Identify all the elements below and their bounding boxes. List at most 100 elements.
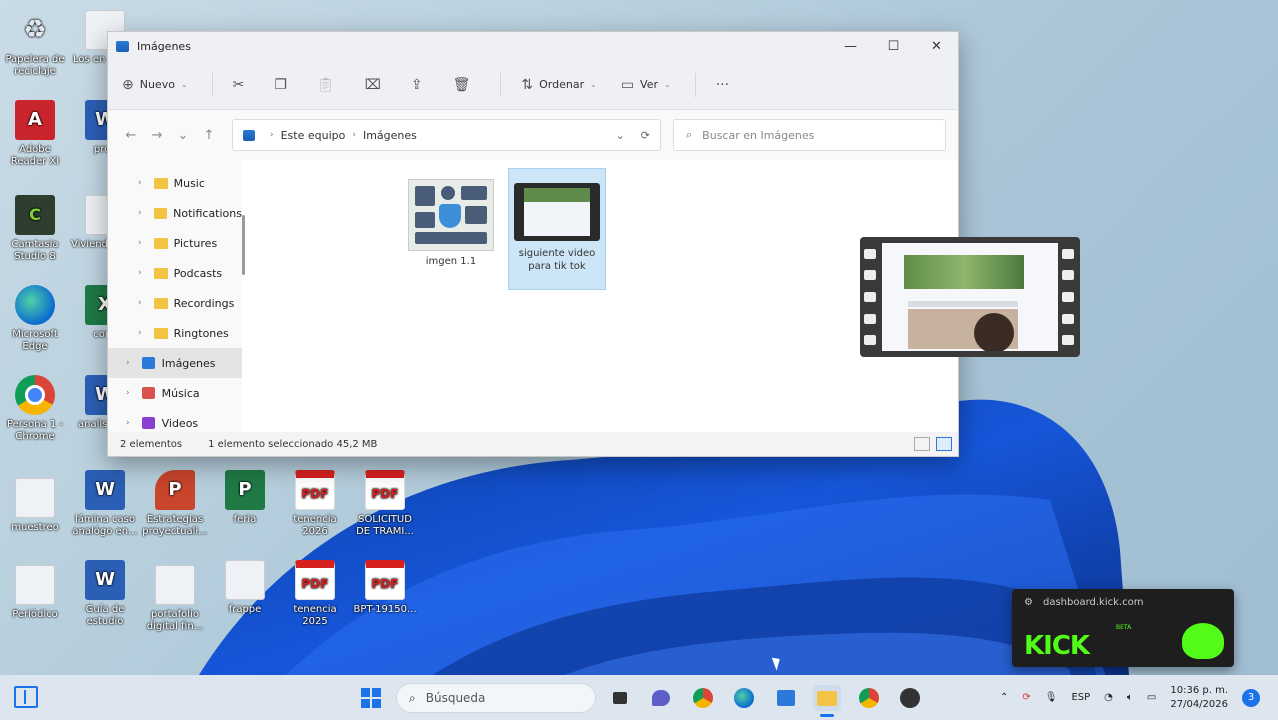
desktop-icon[interactable]: PDF tenencia 2025 <box>280 560 350 628</box>
desktop-icon[interactable]: muestreo <box>0 478 70 534</box>
desktop-icon[interactable]: Periódico <box>0 565 70 621</box>
file-item-image[interactable]: imgen 1.1 <box>402 168 500 269</box>
desktop-icon[interactable]: Pferia <box>210 470 280 526</box>
acrobat-icon: A <box>15 100 55 140</box>
library-icon <box>141 387 155 399</box>
file-explorer-icon[interactable] <box>813 685 841 717</box>
app-icon[interactable] <box>896 685 924 711</box>
chevron-right-icon[interactable]: › <box>138 238 142 248</box>
more-button[interactable]: ··· <box>716 77 735 93</box>
recent-locations-button[interactable]: ⌄ <box>170 128 196 143</box>
date: 27/04/2026 <box>1170 698 1228 710</box>
desktop-icon[interactable]: Microsoft Edge <box>0 285 70 353</box>
cut-button[interactable]: ✂ <box>233 77 251 93</box>
sort-button[interactable]: ⇅ Ordenar ⌄ <box>521 77 596 93</box>
volume-icon[interactable]: 🔈︎ <box>1127 692 1133 703</box>
sync-icon[interactable]: ⟳ <box>1022 692 1030 703</box>
file-view: imgen 1.1 siguiente video para tik tok <box>242 160 1080 432</box>
sidebar-item[interactable]: › Pictures <box>108 228 242 258</box>
chevron-right-icon[interactable]: › <box>138 298 142 308</box>
desktop-icon-label: Persona 1 - Chrome <box>6 419 64 442</box>
desktop-icon[interactable]: P Estrategias proyectuali... <box>140 470 210 538</box>
copy-icon: ❐ <box>274 76 287 93</box>
camtasia-icon: C <box>15 195 55 235</box>
sidebar-item[interactable]: › Podcasts <box>108 258 242 288</box>
chevron-right-icon[interactable]: › <box>138 208 142 218</box>
widgets-icon[interactable] <box>14 686 38 708</box>
desktop-icon[interactable]: ♻ Papelera de reciclaje <box>0 10 70 78</box>
desktop-icon-label: Camtasia Studio 8 <box>11 239 59 262</box>
details-view-button[interactable] <box>914 437 930 451</box>
sidebar-item[interactable]: › Música <box>108 378 242 408</box>
back-button[interactable]: ← <box>118 128 144 143</box>
desktop-icon[interactable]: frappe <box>210 560 280 616</box>
microphone-icon[interactable]: 🎙︎ <box>1045 692 1058 703</box>
up-button[interactable]: ↑ <box>196 128 222 143</box>
language-indicator[interactable]: ESP <box>1071 692 1090 703</box>
title-bar[interactable]: Imágenes — ☐ ✕ <box>108 32 958 60</box>
desktop-icon[interactable]: Wlámina caso analógo en... <box>70 470 140 538</box>
chevron-right-icon[interactable]: › <box>126 418 130 428</box>
address-dropdown-icon[interactable]: ⌄ <box>616 129 625 142</box>
chat-icon[interactable] <box>647 685 675 711</box>
chrome-profile-icon[interactable] <box>855 685 883 711</box>
file-item-video[interactable]: siguiente video para tik tok <box>508 168 606 290</box>
large-icons-view-button[interactable] <box>936 437 952 451</box>
copy-button[interactable]: ❐ <box>274 77 293 93</box>
chevron-down-icon: ⌄ <box>590 80 597 89</box>
sidebar-item[interactable]: › Notifications <box>108 198 242 228</box>
toolbar-divider <box>694 72 696 97</box>
chrome-icon[interactable] <box>689 685 717 711</box>
chevron-right-icon[interactable]: › <box>126 388 130 398</box>
paste-button[interactable]: 📋︎ <box>317 77 341 93</box>
chrome-icon <box>15 375 55 415</box>
pictures-icon <box>243 129 255 141</box>
desktop-icon[interactable]: A Adobe Reader XI <box>0 100 70 168</box>
desktop-icon[interactable]: PDF SOLICITUD DE TRAMI... <box>350 470 420 538</box>
address-bar[interactable]: › Este equipo › Imágenes ⌄ ⟳ <box>232 119 661 151</box>
sidebar-item[interactable]: › Music <box>108 168 242 198</box>
rename-button[interactable]: ⌧ <box>365 77 387 93</box>
sidebar-item[interactable]: › Ringtones <box>108 318 242 348</box>
start-button[interactable] <box>358 685 384 711</box>
maximize-button[interactable]: ☐ <box>872 32 915 60</box>
desktop-icon[interactable]: Persona 1 - Chrome <box>0 375 70 443</box>
sidebar-item[interactable]: › Imágenes <box>108 348 242 378</box>
desktop-icon[interactable]: PDF tenencia 2026 <box>280 470 350 538</box>
task-view-icon[interactable] <box>606 685 634 711</box>
wifi-icon[interactable]: ◔ <box>1104 692 1113 703</box>
close-button[interactable]: ✕ <box>915 32 958 60</box>
battery-icon[interactable]: ▭ <box>1147 692 1156 703</box>
view-button[interactable]: ▭ Ver ⌄ <box>621 77 671 93</box>
breadcrumb-this-pc[interactable]: Este equipo <box>281 129 346 142</box>
desktop-icon[interactable]: W Guía de estudio <box>70 560 140 628</box>
clock[interactable]: 10:36 p. m. 27/04/2026 <box>1170 684 1228 712</box>
chevron-right-icon[interactable]: › <box>138 178 142 188</box>
desktop-icon-label: Guía de estudio <box>85 604 125 627</box>
taskbar-search[interactable]: ⌕ Búsqueda <box>396 683 596 713</box>
refresh-icon[interactable]: ⟳ <box>641 129 650 142</box>
desktop-icon[interactable]: PDF BPT-19150... <box>350 560 420 616</box>
share-button[interactable]: ⇪ <box>411 77 429 93</box>
breadcrumb-images[interactable]: Imágenes <box>363 129 417 142</box>
minimize-button[interactable]: — <box>829 32 872 60</box>
edge-icon[interactable] <box>730 685 758 711</box>
search-box[interactable]: ⌕ Buscar en Imágenes <box>673 119 946 151</box>
sidebar-item-label: Ringtones <box>173 326 229 340</box>
chevron-right-icon[interactable]: › <box>138 268 142 278</box>
desktop-icon[interactable]: C Camtasia Studio 8 <box>0 195 70 263</box>
breadcrumb-separator: › <box>352 130 356 140</box>
gen-icon <box>155 565 195 605</box>
notification-toast[interactable]: ⚙ dashboard.kick.com KICK BETA <box>1012 589 1234 667</box>
sidebar-item[interactable]: › Recordings <box>108 288 242 318</box>
store-icon[interactable] <box>772 685 800 711</box>
delete-button[interactable]: 🗑︎ <box>453 77 477 93</box>
chevron-up-icon[interactable]: ⌃ <box>1000 692 1008 703</box>
forward-button[interactable]: → <box>144 128 170 143</box>
notification-badge[interactable]: 3 <box>1242 688 1260 707</box>
chevron-right-icon[interactable]: › <box>138 328 142 338</box>
desktop-icon[interactable]: portafolio digital fin... <box>140 565 210 633</box>
chevron-right-icon[interactable]: › <box>126 358 130 368</box>
desktop-icon-label: Adobe Reader XI <box>10 144 60 167</box>
new-button[interactable]: ⊕ Nuevo ⌄ <box>122 77 188 93</box>
